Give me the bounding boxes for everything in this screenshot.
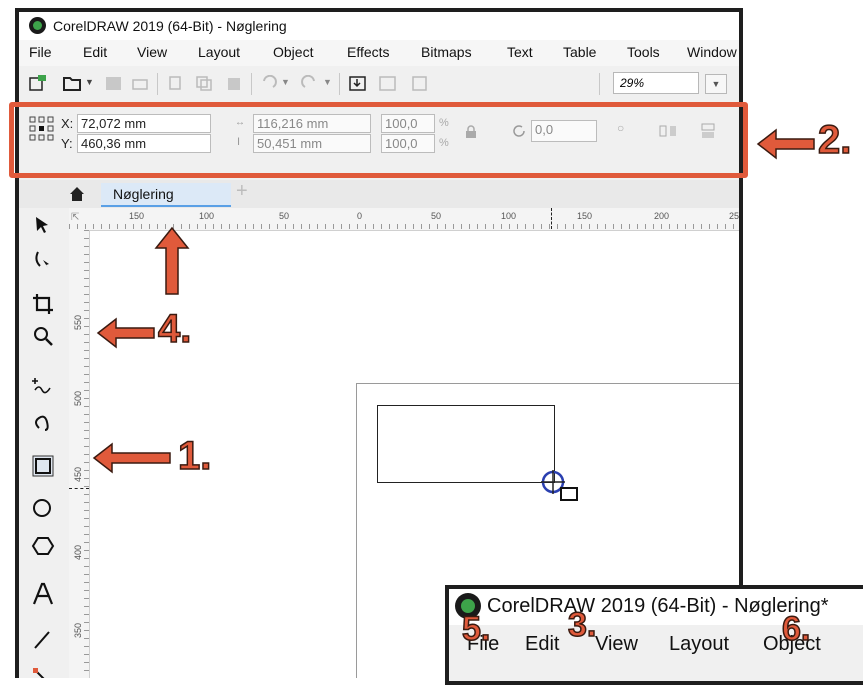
menu-layout[interactable]: Layout [669, 633, 729, 656]
undo-icon[interactable] [259, 75, 277, 91]
toolbox [25, 208, 67, 678]
zoom-dropdown-button[interactable]: ▼ [705, 74, 727, 94]
menu-window[interactable]: Window [687, 44, 737, 60]
callout-number: 5. [461, 609, 491, 649]
ruler-label: 50 [431, 211, 442, 221]
copy-icon[interactable] [195, 75, 213, 91]
callout-number: 2. [817, 117, 852, 163]
ruler-label: 400 [73, 544, 83, 560]
arrow-left-icon [756, 128, 815, 160]
publish-pdf-icon[interactable] [411, 75, 429, 91]
chevron-down-icon[interactable]: ▼ [323, 77, 332, 87]
ruler-label: 150 [129, 211, 145, 221]
coreldraw-logo-icon [29, 17, 46, 34]
connector-tool-icon[interactable] [31, 666, 55, 678]
property-bar-highlight [9, 102, 748, 178]
ruler-label: 350 [73, 622, 83, 638]
menu-file[interactable]: File [29, 44, 52, 60]
crop-tool-icon[interactable] [31, 292, 55, 316]
rectangle-cursor-icon [541, 470, 578, 501]
ruler-label: 500 [73, 390, 83, 406]
menu-layout[interactable]: Layout [198, 44, 240, 60]
freehand-tool-icon[interactable] [31, 372, 55, 396]
menu-object[interactable]: Object [273, 44, 313, 60]
ruler-label: 200 [654, 211, 670, 221]
vertical-ruler[interactable]: 550 500 450 400 350 [69, 230, 90, 678]
paste-icon[interactable] [225, 75, 243, 91]
window-title: CorelDRAW 2019 (64-Bit) - Nøglering [53, 18, 287, 34]
artistic-media-tool-icon[interactable] [31, 408, 55, 432]
menu-bitmaps[interactable]: Bitmaps [421, 44, 472, 60]
import-icon[interactable] [349, 75, 367, 91]
zoom-tool-icon[interactable] [31, 324, 55, 348]
parallel-dimension-tool-icon[interactable] [31, 628, 55, 652]
arrow-left-icon [96, 317, 155, 349]
rectangle-tool-icon[interactable] [31, 454, 55, 478]
chevron-down-icon[interactable]: ▼ [85, 77, 94, 87]
open-folder-icon[interactable] [63, 75, 81, 91]
standard-toolbar: ▼ ▼ ▼ 29% ▼ [19, 66, 739, 103]
new-document-icon[interactable] [29, 75, 47, 91]
save-icon[interactable] [105, 75, 123, 91]
document-tab-bar: Nøglering + [19, 180, 739, 208]
ellipse-tool-icon[interactable] [31, 496, 55, 520]
ruler-label: 100 [199, 211, 215, 221]
ruler-label: 250 [729, 211, 743, 221]
text-tool-icon[interactable] [31, 582, 55, 606]
ruler-label: 450 [73, 466, 83, 482]
drawn-rectangle[interactable] [377, 405, 555, 483]
document-tab[interactable]: Nøglering [101, 183, 231, 207]
menu-view[interactable]: View [595, 633, 638, 656]
menu-edit[interactable]: Edit [525, 633, 559, 656]
ruler-label: 0 [357, 211, 363, 221]
arrow-up-icon [154, 226, 190, 295]
menu-bar: File Edit View Layout Object Effects Bit… [19, 40, 739, 66]
print-icon[interactable] [131, 75, 149, 91]
callout-number: 4. [157, 306, 192, 352]
ruler-cursor-marker [551, 208, 553, 229]
menu-view[interactable]: View [137, 44, 167, 60]
home-icon[interactable] [69, 186, 85, 202]
ruler-label: 50 [279, 211, 290, 221]
menu-effects[interactable]: Effects [347, 44, 390, 60]
callout-number: 3. [567, 605, 597, 645]
ruler-label: 550 [73, 314, 83, 330]
ruler-label: 150 [577, 211, 593, 221]
callout-number: 1. [177, 433, 212, 479]
cut-icon[interactable] [167, 75, 185, 91]
ruler-ticks [84, 230, 89, 678]
redo-icon[interactable] [301, 75, 319, 91]
menu-edit[interactable]: Edit [83, 44, 107, 60]
menu-table[interactable]: Table [563, 44, 596, 60]
ruler-corner-icon[interactable]: ⇱ [71, 212, 79, 223]
title-bar: CorelDRAW 2019 (64-Bit) - Nøglering [19, 12, 739, 40]
arrow-left-icon [92, 442, 171, 474]
window-title: CorelDRAW 2019 (64-Bit) - Nøglering* [487, 595, 829, 617]
add-tab-icon[interactable]: + [236, 180, 248, 203]
menu-text[interactable]: Text [507, 44, 533, 60]
pick-tool-icon[interactable] [31, 214, 55, 238]
chevron-down-icon[interactable]: ▼ [281, 77, 290, 87]
callout-number: 6. [781, 609, 811, 649]
ruler-label: 100 [501, 211, 517, 221]
zoom-level-field[interactable]: 29% [613, 72, 699, 94]
ruler-cursor-marker [69, 488, 89, 490]
polygon-tool-icon[interactable] [31, 534, 55, 558]
menu-tools[interactable]: Tools [627, 44, 660, 60]
shape-tool-icon[interactable] [31, 248, 55, 272]
export-icon[interactable] [379, 75, 397, 91]
